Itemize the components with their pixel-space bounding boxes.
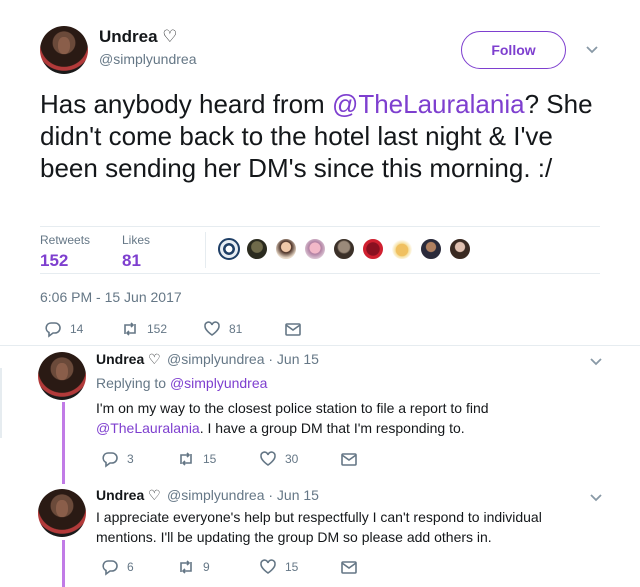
mention-link[interactable]: @TheLauralania bbox=[96, 420, 200, 436]
divider bbox=[40, 226, 600, 227]
reply-count: 14 bbox=[70, 322, 84, 336]
reply-text: I appreciate everyone's help but respect… bbox=[96, 509, 542, 545]
retweet-count: 152 bbox=[147, 322, 168, 336]
message-icon bbox=[285, 323, 301, 336]
liker-avatar[interactable] bbox=[391, 238, 413, 260]
retweets-stat[interactable]: Retweets 152 bbox=[40, 233, 90, 271]
message-icon bbox=[341, 561, 357, 574]
reply-avatar[interactable] bbox=[38, 352, 86, 400]
like-count: 15 bbox=[285, 560, 299, 574]
chevron-down-icon[interactable] bbox=[589, 354, 603, 370]
replying-to: Replying to @simplyundrea bbox=[96, 375, 267, 391]
liker-avatar[interactable] bbox=[449, 238, 471, 260]
likes-label: Likes bbox=[122, 233, 151, 247]
likes-stat[interactable]: Likes 81 bbox=[122, 233, 150, 271]
liker-avatar[interactable] bbox=[304, 238, 326, 260]
reply-icon bbox=[45, 322, 61, 338]
stat-separator bbox=[205, 232, 206, 268]
reply-author-name[interactable]: Undrea ♡ bbox=[96, 351, 161, 368]
message-button[interactable] bbox=[340, 558, 366, 576]
left-border bbox=[0, 368, 2, 438]
retweet-icon bbox=[180, 452, 192, 466]
reply-button[interactable]: 3 bbox=[101, 450, 134, 468]
thread-line bbox=[62, 540, 65, 587]
reply-button[interactable]: 6 bbox=[101, 558, 134, 576]
retweets-count: 152 bbox=[40, 251, 69, 270]
reply-avatar[interactable] bbox=[38, 489, 86, 537]
reply-text-part: I'm on my way to the closest police stat… bbox=[96, 400, 489, 416]
reply-icon bbox=[102, 452, 118, 468]
like-button[interactable]: 81 bbox=[203, 320, 242, 338]
reply-text: I'm on my way to the closest police stat… bbox=[96, 398, 566, 438]
liker-avatar[interactable] bbox=[218, 238, 240, 260]
chevron-down-icon[interactable] bbox=[589, 490, 603, 506]
retweet-icon bbox=[180, 560, 192, 574]
liker-avatar[interactable] bbox=[246, 238, 268, 260]
retweets-label: Retweets bbox=[40, 233, 91, 247]
thread-line bbox=[62, 402, 65, 484]
author-name[interactable]: Undrea ♡ bbox=[99, 27, 178, 47]
chevron-down-icon[interactable] bbox=[585, 42, 599, 58]
reply-author-name[interactable]: Undrea ♡ bbox=[96, 487, 161, 504]
like-icon bbox=[204, 321, 220, 336]
liker-avatar[interactable] bbox=[333, 238, 355, 260]
mention-link[interactable]: @TheLauralania bbox=[332, 89, 525, 119]
author-handle[interactable]: @simplyundrea bbox=[99, 51, 196, 67]
reply-button[interactable]: 14 bbox=[44, 320, 83, 338]
message-button[interactable] bbox=[284, 320, 310, 338]
retweet-button[interactable]: 15 bbox=[177, 450, 216, 468]
replying-prefix: Replying to bbox=[96, 375, 170, 391]
tweet-text-part: Has anybody heard from bbox=[40, 89, 332, 119]
message-icon bbox=[341, 453, 357, 466]
retweet-count: 9 bbox=[203, 560, 210, 574]
replying-to-link[interactable]: @simplyundrea bbox=[170, 375, 267, 391]
liker-avatar[interactable] bbox=[420, 238, 442, 260]
reply-meta[interactable]: @simplyundrea · Jun 15 bbox=[167, 487, 319, 503]
likes-count: 81 bbox=[122, 251, 141, 270]
reply-text-part: . I have a group DM that I'm responding … bbox=[199, 420, 465, 436]
divider bbox=[40, 273, 600, 274]
divider bbox=[0, 345, 640, 346]
liker-avatar[interactable] bbox=[362, 238, 384, 260]
tweet-text: Has anybody heard from @TheLauralania? S… bbox=[40, 88, 600, 184]
like-count: 30 bbox=[285, 452, 299, 466]
follow-button[interactable]: Follow bbox=[461, 31, 566, 69]
reply-meta[interactable]: @simplyundrea · Jun 15 bbox=[167, 351, 319, 367]
tweet-timestamp[interactable]: 6:06 PM - 15 Jun 2017 bbox=[40, 289, 182, 305]
like-button[interactable]: 15 bbox=[259, 558, 298, 576]
like-icon bbox=[260, 451, 276, 466]
liker-avatar[interactable] bbox=[275, 238, 297, 260]
retweet-count: 15 bbox=[203, 452, 217, 466]
author-avatar[interactable] bbox=[40, 26, 88, 74]
message-button[interactable] bbox=[340, 450, 366, 468]
like-icon bbox=[260, 559, 276, 574]
retweet-icon bbox=[124, 322, 136, 336]
reply-count: 6 bbox=[127, 560, 134, 574]
reply-icon bbox=[102, 560, 118, 576]
retweet-button[interactable]: 152 bbox=[121, 320, 167, 338]
like-button[interactable]: 30 bbox=[259, 450, 298, 468]
reply-count: 3 bbox=[127, 452, 134, 466]
retweet-button[interactable]: 9 bbox=[177, 558, 210, 576]
like-count: 81 bbox=[229, 322, 243, 336]
